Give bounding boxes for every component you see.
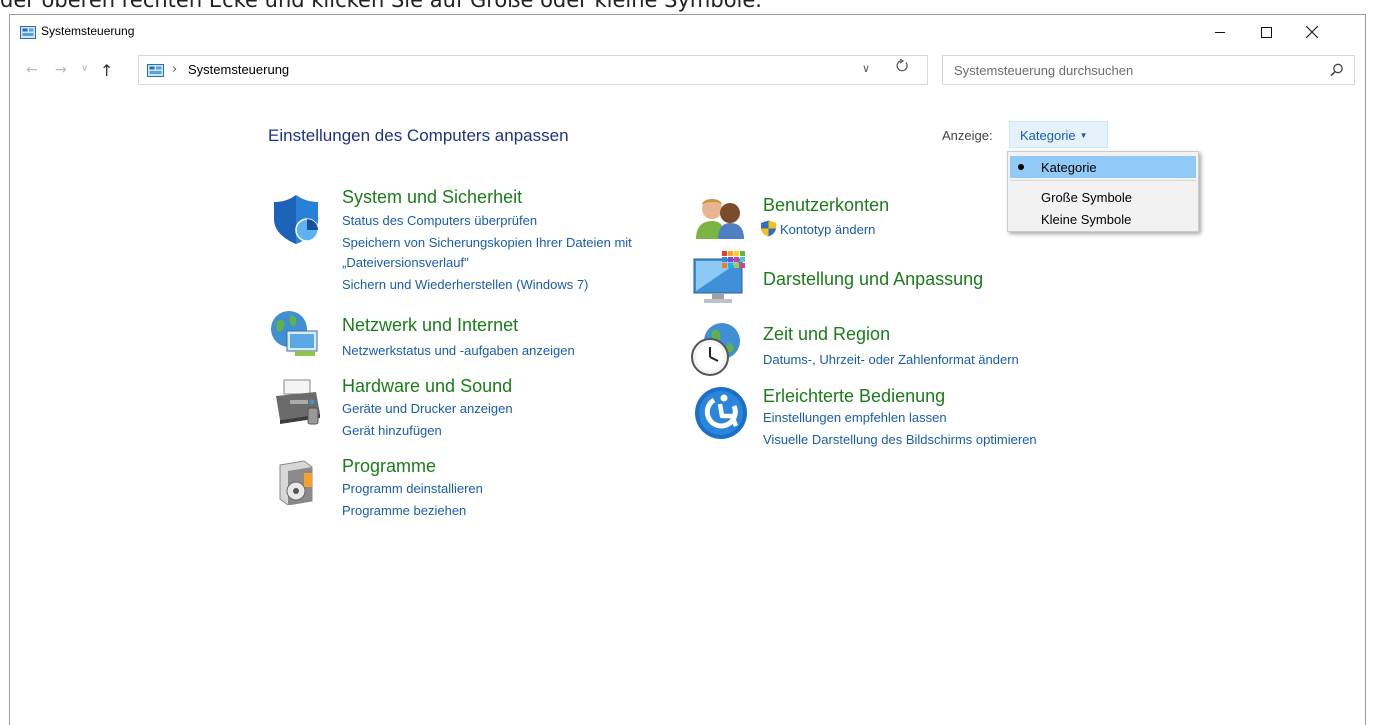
link-programm-deinstallieren[interactable]: Programm deinstallieren xyxy=(342,481,483,496)
link-sichern-wiederherstellen[interactable]: Sichern und Wiederherstellen (Windows 7) xyxy=(342,277,588,292)
link-status-pruefen[interactable]: Status des Computers überprüfen xyxy=(342,213,537,228)
printer-icon[interactable] xyxy=(270,378,324,432)
menu-item-kategorie[interactable]: Kategorie xyxy=(1010,156,1196,178)
display-icon[interactable] xyxy=(692,251,750,307)
maximize-button[interactable] xyxy=(1243,15,1289,49)
page-title: Einstellungen des Computers anpassen xyxy=(268,126,569,145)
link-geraet-hinzufuegen[interactable]: Gerät hinzufügen xyxy=(342,423,442,438)
caret-down-icon: ▼ xyxy=(1079,131,1088,140)
uac-shield-icon xyxy=(761,220,776,237)
menu-item-label: Kleine Symbole xyxy=(1041,212,1132,227)
menu-separator xyxy=(1010,180,1196,181)
close-icon xyxy=(1306,26,1318,38)
view-selected-value: Kategorie xyxy=(1020,128,1076,143)
view-menu: Kategorie Große Symbole Kleine Symbole xyxy=(1007,151,1199,232)
view-label: Anzeige: xyxy=(942,128,993,143)
link-dateiversionsverlauf[interactable]: „Dateiversionsverlauf" xyxy=(342,255,469,270)
breadcrumb[interactable]: Systemsteuerung xyxy=(188,62,289,77)
forward-arrow-icon[interactable]: → xyxy=(55,62,67,78)
shield-icon[interactable] xyxy=(272,193,324,245)
chevron-down-icon[interactable]: ∨ xyxy=(862,62,870,75)
title-bar: Systemsteuerung xyxy=(10,15,1365,49)
users-icon[interactable] xyxy=(694,195,750,239)
close-button[interactable] xyxy=(1289,15,1335,49)
accessibility-icon[interactable] xyxy=(694,386,748,440)
category-erleichterte-bedienung[interactable]: Erleichterte Bedienung xyxy=(763,386,945,407)
up-arrow-icon[interactable]: ↑ xyxy=(100,61,113,80)
search-icon[interactable] xyxy=(1330,63,1344,77)
network-icon[interactable] xyxy=(269,309,323,363)
window-title: Systemsteuerung xyxy=(41,24,135,38)
category-programme[interactable]: Programme xyxy=(342,456,436,477)
refresh-icon[interactable] xyxy=(895,59,909,73)
category-hardware-und-sound[interactable]: Hardware und Sound xyxy=(342,376,512,397)
clock-globe-icon[interactable] xyxy=(690,321,746,377)
menu-item-grosse-symbole[interactable]: Große Symbole xyxy=(1010,186,1196,208)
category-benutzerkonten[interactable]: Benutzerkonten xyxy=(763,195,889,216)
address-bar[interactable]: › Systemsteuerung ∨ xyxy=(138,55,928,85)
radio-dot-icon xyxy=(1018,164,1024,170)
link-sicherungskopien[interactable]: Speichern von Sicherungskopien Ihrer Dat… xyxy=(342,235,632,250)
breadcrumb-chevron-icon: › xyxy=(172,62,178,77)
category-system-und-sicherheit[interactable]: System und Sicherheit xyxy=(342,187,522,208)
control-panel-window: Systemsteuerung ← → ∨ ↑ › Systemsteuerun… xyxy=(9,14,1366,725)
link-visuelle-darstellung[interactable]: Visuelle Darstellung des Bildschirms opt… xyxy=(763,432,1037,447)
link-netzwerkstatus[interactable]: Netzwerkstatus und -aufgaben anzeigen xyxy=(342,343,575,358)
recent-dropdown-icon[interactable]: ∨ xyxy=(81,63,88,74)
search-input[interactable] xyxy=(943,56,1324,84)
search-box[interactable] xyxy=(942,55,1355,85)
category-netzwerk-und-internet[interactable]: Netzwerk und Internet xyxy=(342,315,518,336)
link-einstellungen-empfehlen[interactable]: Einstellungen empfehlen lassen xyxy=(763,410,947,425)
category-darstellung-und-anpassung[interactable]: Darstellung und Anpassung xyxy=(763,269,983,290)
link-geraete-drucker[interactable]: Geräte und Drucker anzeigen xyxy=(342,401,513,416)
menu-item-kleine-symbole[interactable]: Kleine Symbole xyxy=(1010,208,1196,230)
navigation-bar: ← → ∨ ↑ › Systemsteuerung ∨ xyxy=(10,49,1365,93)
window-icon xyxy=(20,26,36,39)
instruction-text: der oberen rechten Ecke und klicken Sie … xyxy=(0,0,762,12)
category-zeit-und-region[interactable]: Zeit und Region xyxy=(763,324,890,345)
back-arrow-icon[interactable]: ← xyxy=(26,62,38,78)
programs-icon[interactable] xyxy=(274,459,320,505)
menu-item-label: Große Symbole xyxy=(1041,190,1133,205)
link-datumsformat[interactable]: Datums-, Uhrzeit- oder Zahlenformat ände… xyxy=(763,352,1019,367)
link-programme-beziehen[interactable]: Programme beziehen xyxy=(342,503,466,518)
link-kontotyp-aendern[interactable]: Kontotyp ändern xyxy=(780,222,875,237)
view-dropdown[interactable]: Kategorie ▼ xyxy=(1009,121,1108,148)
control-panel-icon xyxy=(147,64,164,77)
minimize-button[interactable] xyxy=(1197,15,1243,49)
menu-item-label: Kategorie xyxy=(1041,160,1097,175)
